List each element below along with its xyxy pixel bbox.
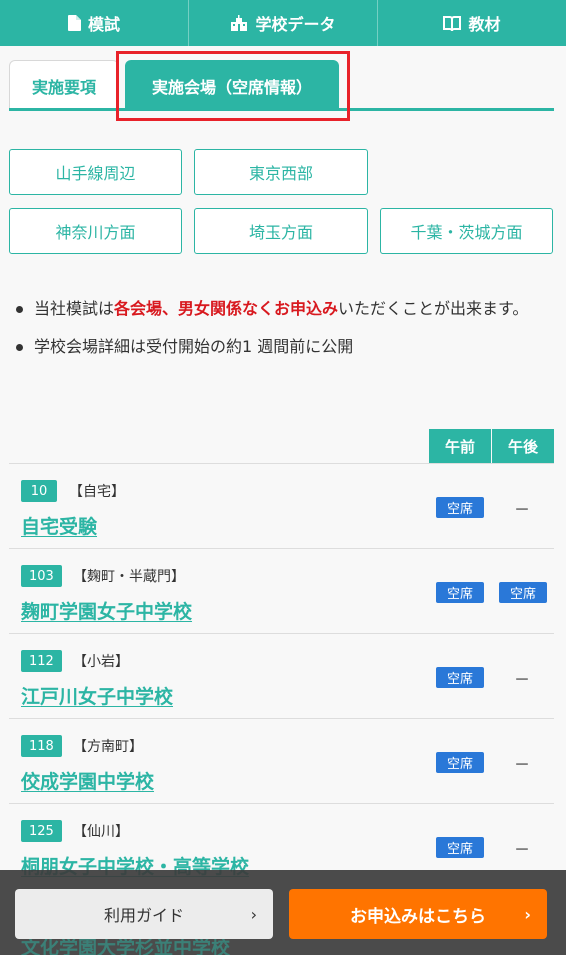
seat-status-pm: － bbox=[513, 839, 530, 859]
venue-link[interactable]: 麹町学園女子中学校 bbox=[21, 597, 192, 624]
header-pm: 午後 bbox=[492, 429, 554, 463]
nav-item-materials[interactable]: 教材 bbox=[378, 0, 566, 46]
venue-area: 【方南町】 bbox=[73, 739, 143, 755]
region-button-saitama[interactable]: 埼玉方面 bbox=[194, 208, 368, 254]
notes-list: 当社模試は各会場、男女関係なくお申込みいただくことが出来ます。 学校会場詳細は受… bbox=[14, 294, 554, 370]
book-icon bbox=[443, 15, 462, 31]
table-row: 112 【小岩】 江戸川女子中学校 空席 － bbox=[9, 633, 554, 718]
seat-badge-am: 空席 bbox=[436, 582, 484, 603]
table-row: 10 【自宅】 自宅受験 空席 － bbox=[9, 463, 554, 548]
tab-underline bbox=[9, 108, 554, 111]
venue-area: 【仙川】 bbox=[73, 824, 129, 840]
header-am: 午前 bbox=[429, 429, 491, 463]
venue-code-badge: 125 bbox=[21, 820, 62, 842]
apply-button[interactable]: お申込みはこちら › bbox=[289, 889, 547, 939]
venue-code-badge: 103 bbox=[21, 565, 62, 587]
apply-label: お申込みはこちら bbox=[350, 906, 486, 927]
region-button-yamanote[interactable]: 山手線周辺 bbox=[9, 149, 182, 195]
seat-badge-am: 空席 bbox=[436, 497, 484, 518]
usage-guide-button[interactable]: 利用ガイド › bbox=[15, 889, 273, 939]
venue-link[interactable]: 江戸川女子中学校 bbox=[21, 682, 173, 709]
guide-label: 利用ガイド bbox=[103, 906, 184, 925]
nav-item-exam[interactable]: 模試 bbox=[0, 0, 189, 46]
file-icon bbox=[67, 15, 81, 31]
seat-badge-am: 空席 bbox=[436, 667, 484, 688]
note-emphasis: 各会場、男女関係なくお申込み bbox=[114, 299, 339, 318]
school-icon bbox=[231, 15, 248, 31]
nav-label: 教材 bbox=[468, 15, 501, 34]
note-item: 学校会場詳細は受付開始の約1 週間前に公開 bbox=[14, 332, 554, 362]
nav-label: 学校データ bbox=[255, 15, 336, 34]
region-button-chiba-ibaraki[interactable]: 千葉・茨城方面 bbox=[380, 208, 553, 254]
venue-code-badge: 112 bbox=[21, 650, 62, 672]
region-button-tokyo-west[interactable]: 東京西部 bbox=[194, 149, 368, 195]
seat-status-pm: － bbox=[513, 754, 530, 774]
table-row: 103 【麹町・半蔵門】 麹町学園女子中学校 空席 空席 bbox=[9, 548, 554, 633]
venue-area: 【自宅】 bbox=[69, 484, 125, 500]
table-row: 118 【方南町】 佼成学園中学校 空席 － bbox=[9, 718, 554, 803]
nav-item-school-data[interactable]: 学校データ bbox=[189, 0, 378, 46]
chevron-right-icon: › bbox=[524, 904, 531, 924]
seat-status-pm: － bbox=[513, 499, 530, 519]
venue-code-badge: 118 bbox=[21, 735, 62, 757]
region-button-kanagawa[interactable]: 神奈川方面 bbox=[9, 208, 182, 254]
note-item: 当社模試は各会場、男女関係なくお申込みいただくことが出来ます。 bbox=[14, 294, 554, 324]
top-nav: 模試 学校データ 教材 bbox=[0, 0, 566, 46]
seat-badge-am: 空席 bbox=[436, 752, 484, 773]
venue-code-badge: 10 bbox=[21, 480, 57, 502]
venue-link[interactable]: 佼成学園中学校 bbox=[21, 767, 154, 794]
venue-area: 【小岩】 bbox=[73, 654, 129, 670]
seat-badge-pm: 空席 bbox=[499, 582, 547, 603]
chevron-right-icon: › bbox=[250, 904, 257, 924]
nav-label: 模試 bbox=[87, 15, 120, 34]
venue-area: 【麹町・半蔵門】 bbox=[73, 569, 185, 585]
seat-status-pm: － bbox=[513, 669, 530, 689]
venue-link[interactable]: 自宅受験 bbox=[21, 512, 97, 539]
tab-venues[interactable]: 実施会場（空席情報） bbox=[125, 60, 339, 111]
tab-overview[interactable]: 実施要項 bbox=[9, 60, 119, 111]
seat-badge-am: 空席 bbox=[436, 837, 484, 858]
